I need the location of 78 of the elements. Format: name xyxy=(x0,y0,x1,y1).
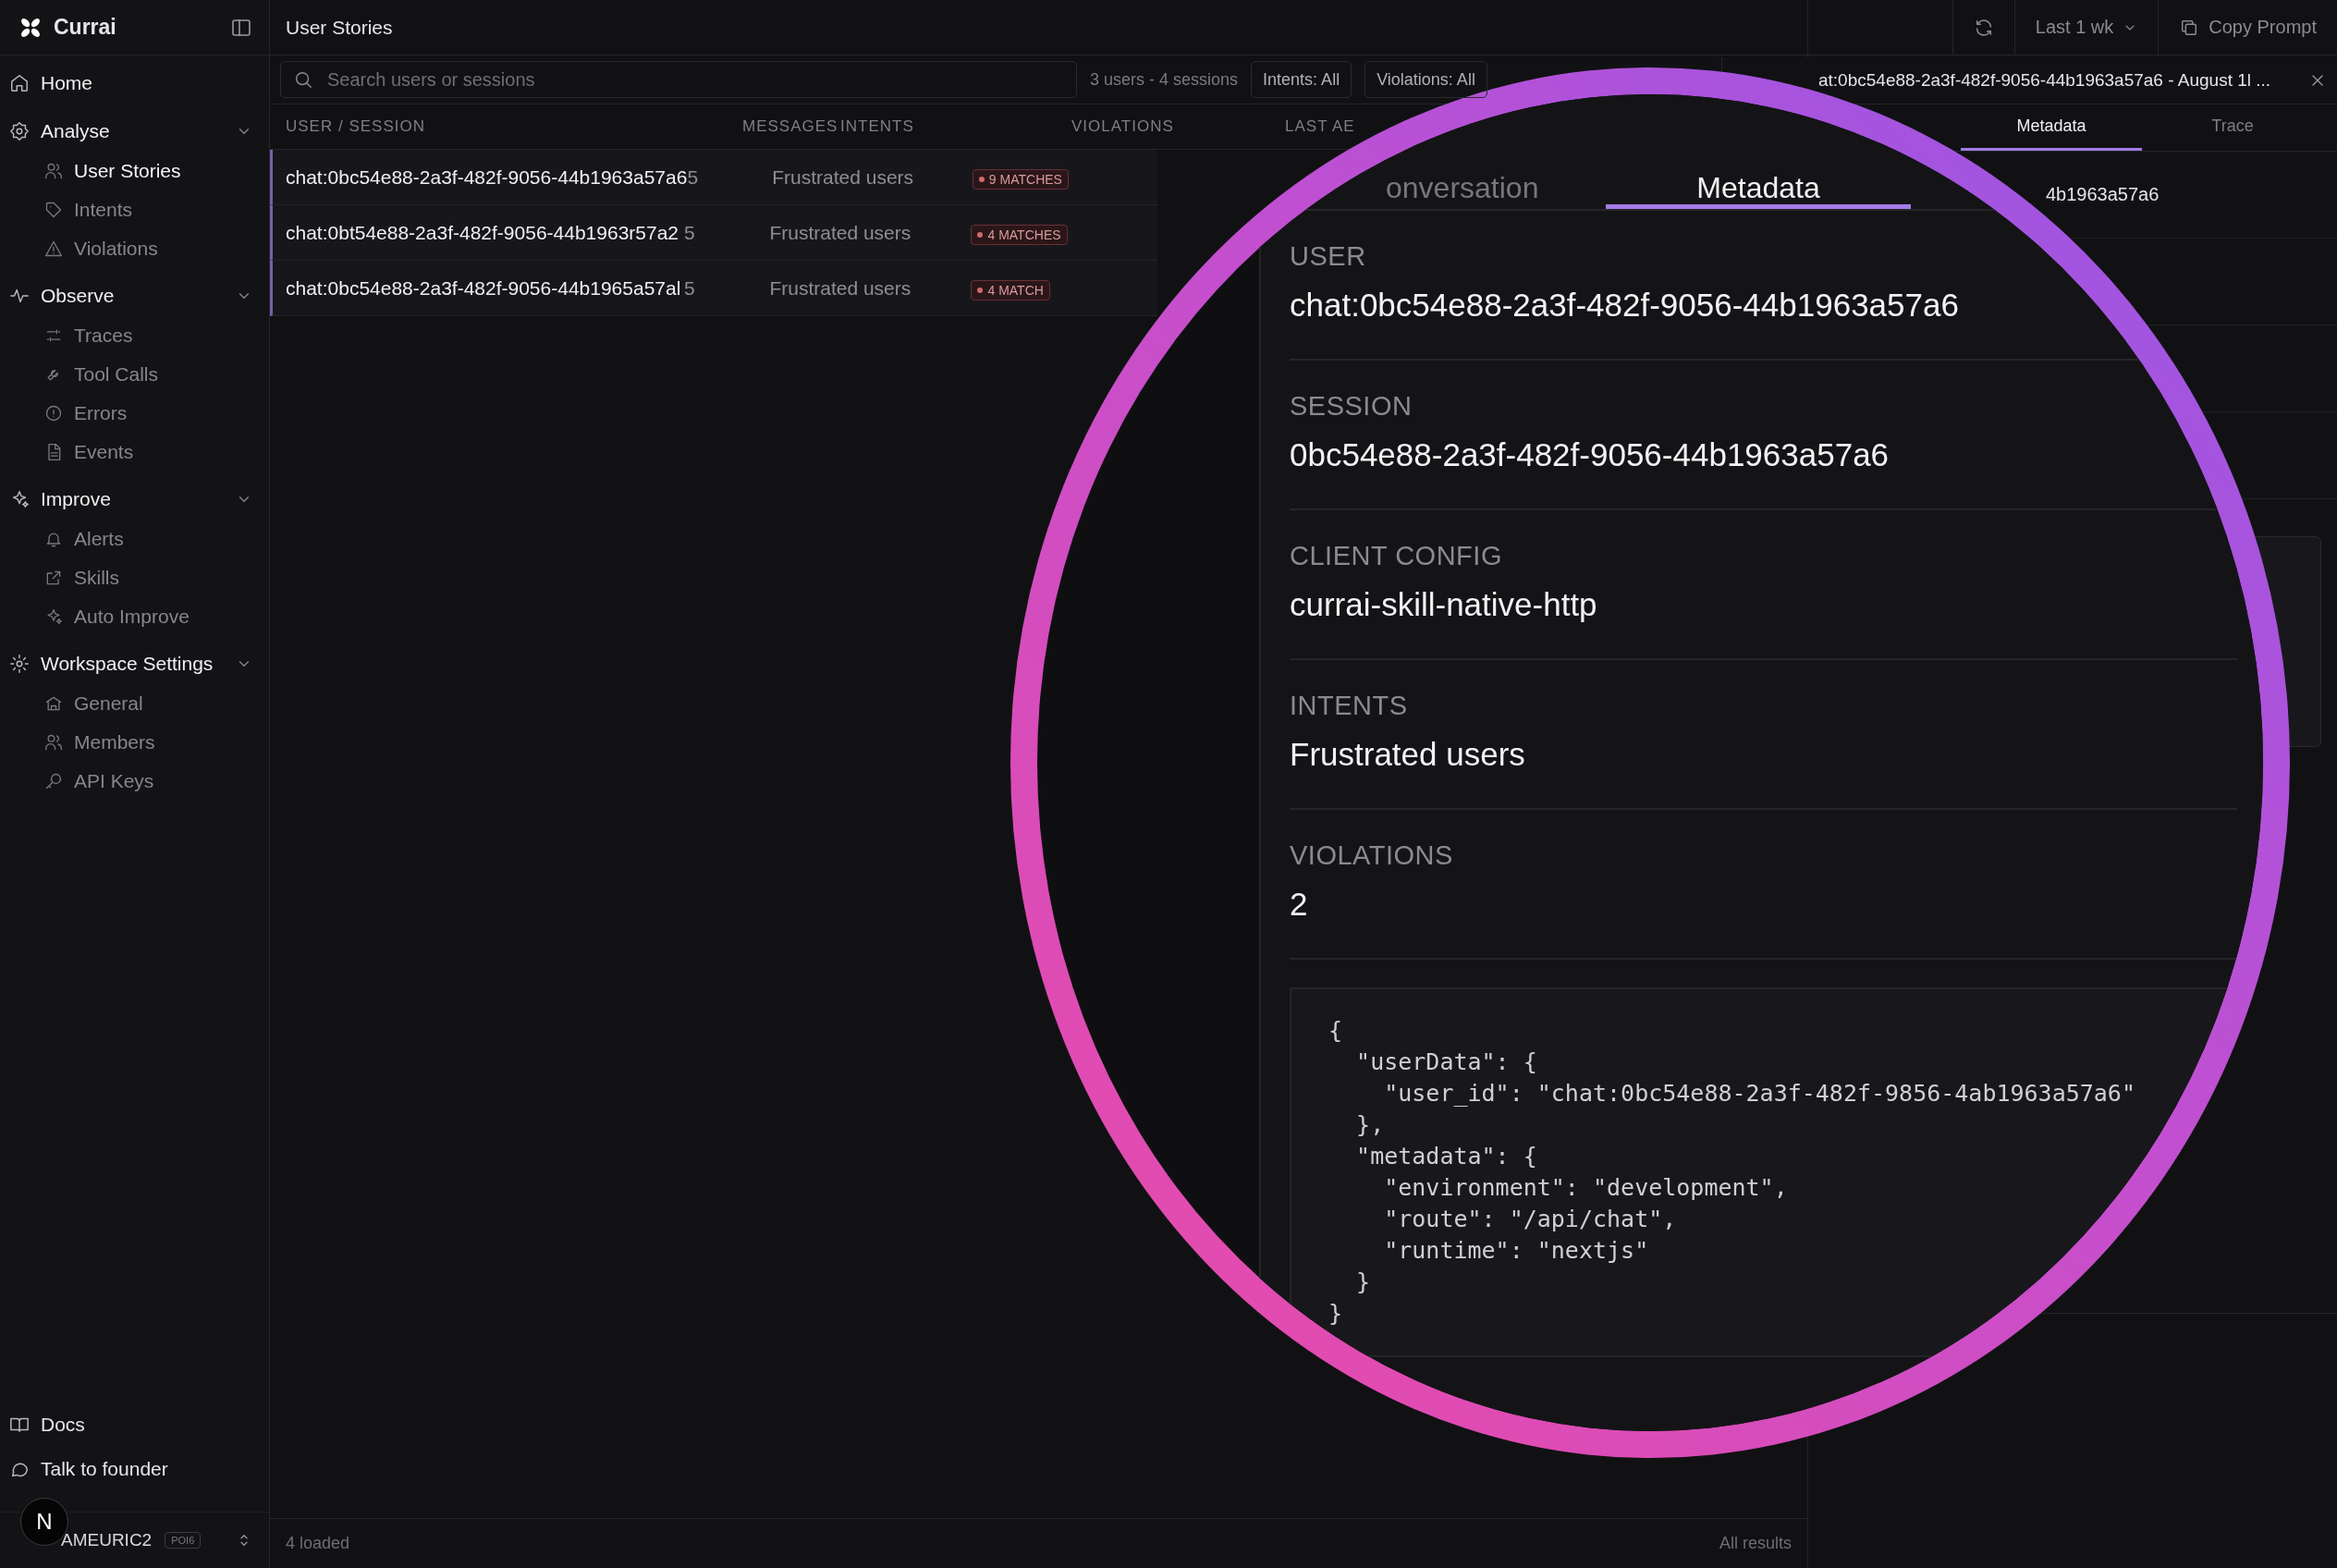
match-count: 4 MATCH xyxy=(987,283,1044,298)
tag-icon xyxy=(44,201,63,219)
table-cell-text: 5 xyxy=(683,221,696,244)
alert-icon xyxy=(44,404,63,423)
field-value: 2 xyxy=(1290,885,1309,924)
nav-item[interactable]: General xyxy=(0,684,269,723)
footer-link[interactable]: Talk to founder xyxy=(0,1447,269,1491)
tab[interactable]: Metadata xyxy=(1606,172,1911,209)
key-icon xyxy=(44,772,63,790)
nav-item[interactable]: User Stories xyxy=(0,152,269,190)
field-label: SESSION xyxy=(1290,390,1413,422)
field-value: chat:0bc54e88-2a3f-482f-9056-44b1963a57a6 xyxy=(1290,286,1960,325)
nav-item[interactable]: API Keys xyxy=(0,762,269,801)
field-label: INTENTS xyxy=(1290,690,1409,721)
brand-name: Currai xyxy=(54,15,117,40)
users-icon xyxy=(44,733,63,752)
plan-tag: POI6 xyxy=(165,1532,202,1549)
match-count: 9 MATCHES xyxy=(988,172,1062,187)
nav-item[interactable]: Home xyxy=(0,63,269,104)
table-row[interactable]: chat:0bt54e88-2a3f-482f-9056-44b1963r57a2 5 Frustrated users 4 MATCHES xyxy=(270,205,1157,261)
nav-item[interactable]: Members xyxy=(0,723,269,762)
field-label: USER xyxy=(1290,240,1367,272)
table-row[interactable]: chat:0bc54e88-2a3f-482f-9056-44b1963a57a65 Frustrated users 9 MATCHES xyxy=(270,150,1157,205)
nav-group[interactable]: Analyse xyxy=(0,111,269,152)
search-icon xyxy=(293,69,313,90)
nav-group[interactable]: Improve xyxy=(0,479,269,520)
dot-icon xyxy=(978,177,985,182)
result-scope: All results xyxy=(1719,1534,1792,1553)
session-value: 4b1963a57a6 xyxy=(2046,184,2160,205)
table-cell-text: 5 xyxy=(683,276,696,300)
dot-icon xyxy=(977,288,984,293)
users-icon xyxy=(44,162,63,180)
nav-item[interactable]: Traces xyxy=(0,316,269,355)
search-field[interactable]: Search users or sessions xyxy=(280,61,1077,98)
dot-icon xyxy=(977,232,984,238)
nav-item[interactable]: Errors xyxy=(0,394,269,433)
result-summary: 3 users - 4 sessions xyxy=(1090,69,1239,90)
column-header: MESSAGES xyxy=(742,117,839,136)
table-row[interactable]: chat:0bc54e88-2a3f-482f-9056-44b1965a57al 5 Frustrated users 4 MATCH xyxy=(270,261,1157,316)
nav-group[interactable]: Workspace Settings xyxy=(0,643,269,684)
field-label: VIOLATIONS xyxy=(1290,839,1454,871)
nav-item[interactable]: Violations xyxy=(0,229,269,268)
field-value: currai-skill-native-http xyxy=(1290,585,1598,624)
field-value: 0bc54e88-2a3f-482f-9056-44b1963a57a6 xyxy=(1290,435,1890,474)
copy-prompt-button[interactable]: Copy Prompt xyxy=(2158,0,2337,55)
match-count: 4 MATCHES xyxy=(987,227,1061,242)
nav-group[interactable]: Observe xyxy=(0,276,269,316)
nav-item[interactable]: Intents xyxy=(0,190,269,229)
table-cell-text: chat:0bt54e88-2a3f-482f-9056-44b1963r57a2 xyxy=(286,221,679,244)
footer-link[interactable]: Docs xyxy=(0,1403,269,1447)
column-header: USER / SESSION xyxy=(286,117,426,136)
home-icon xyxy=(9,73,30,93)
field-value: Frustrated users xyxy=(1290,735,1526,774)
table-cell: chat:0bc54e88-2a3f-482f-9056-44b1963a57a6 xyxy=(286,165,688,189)
column-header: INTENTS xyxy=(840,117,915,136)
warning-icon xyxy=(44,239,63,258)
loaded-count: 4 loaded xyxy=(286,1534,350,1553)
detail-title: at:0bc54e88-2a3f-482f-9056-44b1963a57a6 - August 1l ... xyxy=(1818,70,2272,91)
table-cell-text: Frustrated users xyxy=(769,221,912,244)
table-cell-text: Frustrated users xyxy=(769,276,912,300)
badge-icon xyxy=(9,121,30,141)
nav-item[interactable]: Skills xyxy=(0,558,269,597)
column-header: VIOLATIONS xyxy=(1071,117,1175,136)
nav-item[interactable]: Auto Improve xyxy=(0,597,269,636)
filter-button[interactable]: Intents: All xyxy=(1251,61,1352,98)
share-icon xyxy=(44,569,63,587)
column-header: LAST AE xyxy=(1285,117,1355,136)
table-cell-text: chat:0bc54e88-2a3f-482f-9056-44b1965a57al xyxy=(286,276,682,300)
range-dropdown[interactable]: Last 1 wk xyxy=(2013,0,2159,55)
field-label: CLIENT CONFIG xyxy=(1290,540,1503,571)
nav-item[interactable]: Events xyxy=(0,433,269,472)
tab[interactable]: onversation xyxy=(1261,172,1606,209)
nav-item[interactable]: Alerts xyxy=(0,520,269,558)
nav-item[interactable]: Tool Calls xyxy=(0,355,269,394)
tab[interactable]: Trace xyxy=(2142,104,2323,151)
table-cell-text: 5 xyxy=(687,165,700,189)
table-cell-text: Frustrated users xyxy=(772,165,915,189)
page-title: User Stories xyxy=(286,16,394,39)
